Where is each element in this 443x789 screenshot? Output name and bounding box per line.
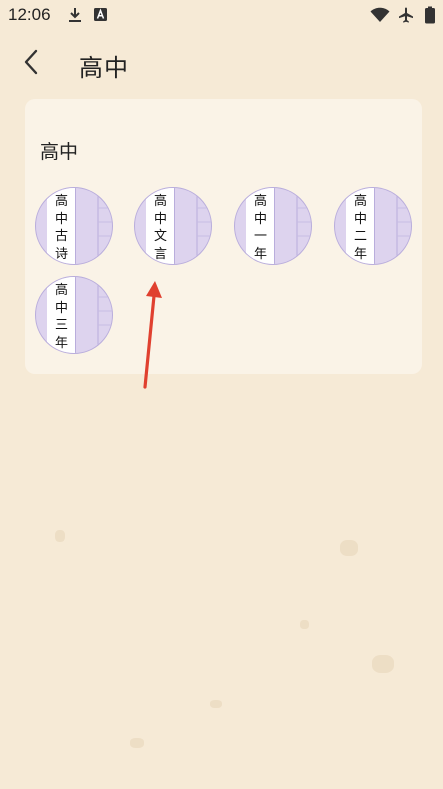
airplane-icon	[397, 6, 415, 24]
back-button[interactable]	[14, 46, 48, 82]
book-gaozhong-yinian[interactable]: 高 中 一 年	[234, 187, 312, 265]
status-bar: 12:06	[0, 0, 443, 30]
book-gaozhong-gushi[interactable]: 高 中 古 诗	[35, 187, 113, 265]
background-speck	[372, 655, 394, 673]
book-page-lines	[296, 188, 311, 264]
book-title: 高 中 文 言	[153, 194, 167, 262]
chevron-left-icon	[21, 48, 41, 80]
a-badge-icon	[92, 6, 110, 24]
background-speck	[55, 530, 65, 542]
book-title: 高 中 二 年	[353, 194, 367, 262]
book-page-lines	[97, 277, 112, 353]
section-title: 高中	[40, 141, 79, 163]
book-gaozhong-wenyan[interactable]: 高 中 文 言	[134, 187, 212, 265]
book-title: 高 中 古 诗	[54, 194, 68, 262]
category-card: 高中 高 中 古 诗 高 中 文 言 高 中 一 年 高 中 二 年 高 中 三…	[25, 99, 422, 374]
book-title: 高 中 三 年	[54, 283, 68, 351]
book-page-lines	[97, 188, 112, 264]
book-title: 高 中 一 年	[253, 194, 267, 262]
page-title: 高中	[79, 54, 129, 82]
battery-icon	[424, 6, 436, 24]
book-gaozhong-ernian[interactable]: 高 中 二 年	[334, 187, 412, 265]
status-time: 12:06	[8, 5, 51, 24]
background-speck	[130, 738, 144, 748]
book-page-lines	[396, 188, 411, 264]
download-icon	[66, 6, 84, 24]
background-speck	[340, 540, 358, 556]
book-page-lines	[196, 188, 211, 264]
background-speck	[300, 620, 309, 629]
background-speck	[210, 700, 222, 708]
book-gaozhong-sannian[interactable]: 高 中 三 年	[35, 276, 113, 354]
wifi-icon	[370, 6, 390, 24]
